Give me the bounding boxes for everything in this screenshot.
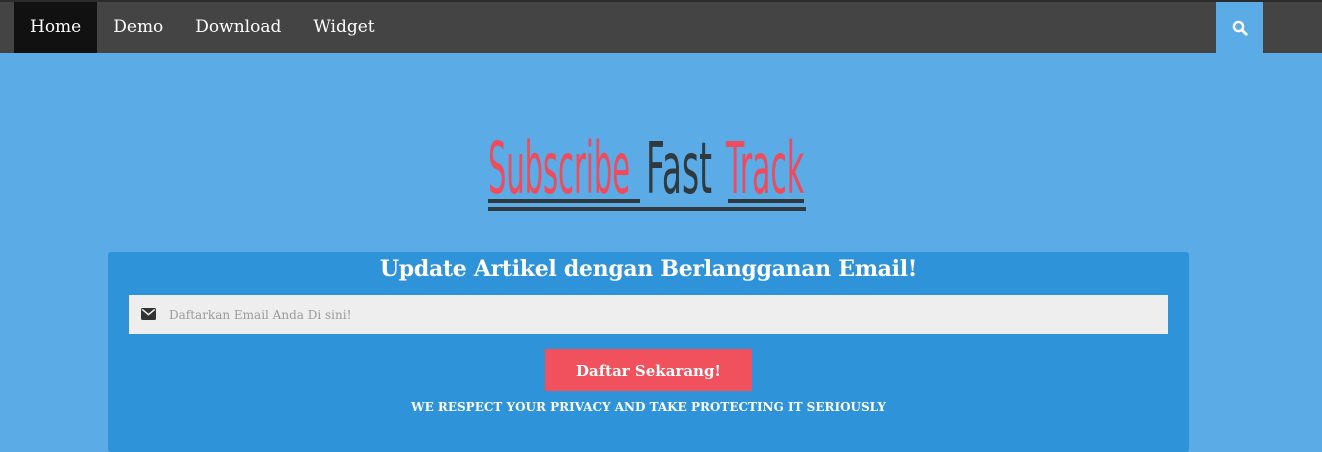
logo-underline-left <box>488 199 640 203</box>
logo-word-subscribe: Subscribe <box>488 128 630 211</box>
nav-item-download[interactable]: Download <box>179 2 297 53</box>
subscribe-title: Update Artikel dengan Berlangganan Email… <box>379 256 918 282</box>
envelope-icon <box>141 308 156 320</box>
logo-word-fast: Fast <box>646 128 712 211</box>
email-input[interactable] <box>167 295 1161 334</box>
top-navigation-bar: Home Demo Download Widget <box>0 0 1322 53</box>
nav-item-widget[interactable]: Widget <box>297 2 390 53</box>
nav-item-demo[interactable]: Demo <box>97 2 179 53</box>
main-menu: Home Demo Download Widget <box>14 2 391 53</box>
logo-underline-right <box>728 199 804 203</box>
email-field-container <box>129 295 1168 334</box>
nav-item-home[interactable]: Home <box>14 2 98 53</box>
site-logo[interactable]: Subscribe Fast Track <box>486 92 808 214</box>
search-button[interactable] <box>1216 2 1263 53</box>
logo-word-track: Track <box>725 128 804 211</box>
logo-underline-full <box>488 207 806 211</box>
subscribe-button[interactable]: Daftar Sekarang! <box>545 349 752 391</box>
privacy-notice: WE RESPECT YOUR PRIVACY AND TAKE PROTECT… <box>411 400 886 414</box>
subscribe-box: Update Artikel dengan Berlangganan Email… <box>108 252 1189 452</box>
search-icon <box>1232 20 1248 36</box>
